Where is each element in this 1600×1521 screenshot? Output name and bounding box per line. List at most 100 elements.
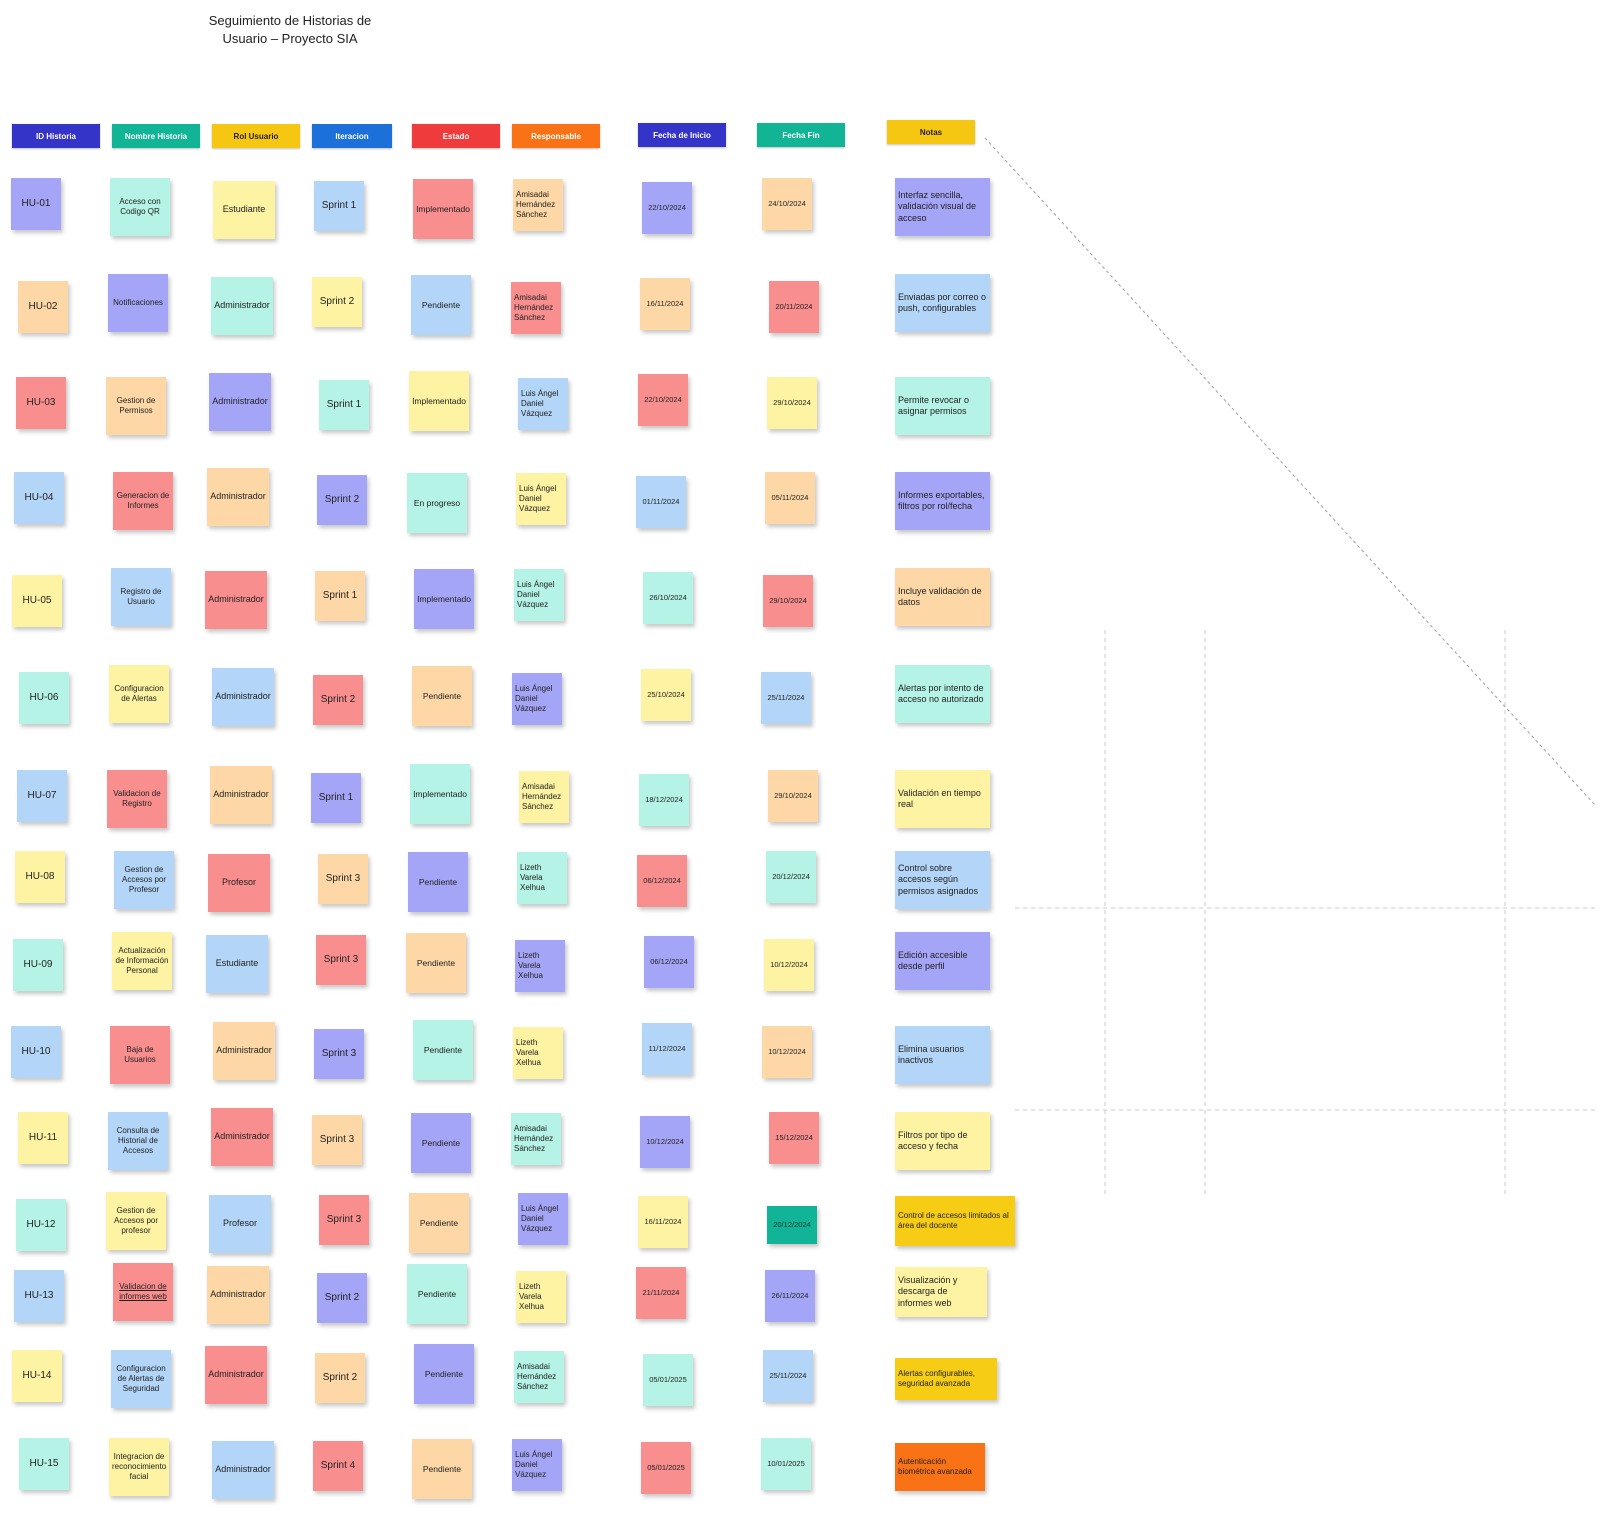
sticky-note-id[interactable]: HU-01 — [11, 178, 61, 230]
sticky-note-id[interactable]: HU-07 — [17, 770, 67, 822]
sticky-note-status[interactable]: Pendiente — [412, 1439, 472, 1499]
sticky-note-name[interactable]: Validacion de informes web — [113, 1263, 173, 1321]
sticky-note-notes[interactable]: Permite revocar o asignar permisos — [895, 377, 990, 435]
sticky-note-status[interactable]: Implementado — [414, 569, 474, 629]
sticky-note-end-date[interactable]: 25/11/2024 — [763, 1350, 813, 1402]
sticky-note-owner[interactable]: Amisadai Hernández Sánchez — [513, 179, 563, 231]
sticky-note-status[interactable]: Implementado — [413, 179, 473, 239]
sticky-note-end-date[interactable]: 10/12/2024 — [764, 939, 814, 991]
sticky-note-name[interactable]: Actualización de Información Personal — [112, 932, 172, 990]
sticky-note-owner[interactable]: Lizeth Varela Xelhua — [513, 1027, 563, 1079]
sticky-note-name[interactable]: Registro de Usuario — [111, 568, 171, 626]
sticky-note-role[interactable]: Administrador — [213, 1022, 275, 1080]
sticky-note-status[interactable]: Pendiente — [406, 933, 466, 993]
sticky-note-end-date[interactable]: 10/01/2025 — [761, 1438, 811, 1490]
sticky-note-owner[interactable]: Lizeth Varela Xelhua — [515, 940, 565, 992]
sticky-note-end-date[interactable]: 24/10/2024 — [762, 178, 812, 230]
sticky-note-start-date[interactable]: 22/10/2024 — [642, 182, 692, 234]
sticky-note-name[interactable]: Validacion de Registro — [107, 770, 167, 828]
sticky-note-name[interactable]: Integracion de reconocimiento facial — [109, 1438, 169, 1496]
sticky-note-name[interactable]: Configuracion de Alertas — [109, 665, 169, 723]
sticky-note-role[interactable]: Administrador — [211, 1108, 273, 1166]
sticky-note-start-date[interactable]: 21/11/2024 — [636, 1267, 686, 1319]
sticky-note-status[interactable]: Pendiente — [408, 852, 468, 912]
sticky-note-start-date[interactable]: 06/12/2024 — [644, 936, 694, 988]
sticky-note-start-date[interactable]: 10/12/2024 — [640, 1116, 690, 1168]
sticky-note-iteration[interactable]: Sprint 4 — [313, 1441, 363, 1491]
sticky-note-role[interactable]: Administrador — [209, 373, 271, 431]
sticky-note-end-date[interactable]: 29/10/2024 — [763, 575, 813, 627]
sticky-note-start-date[interactable]: 05/01/2025 — [641, 1442, 691, 1494]
sticky-note-iteration[interactable]: Sprint 1 — [319, 380, 369, 430]
sticky-note-iteration[interactable]: Sprint 3 — [316, 935, 366, 985]
sticky-note-notes[interactable]: Control sobre accesos según permisos asi… — [895, 851, 990, 909]
sticky-note-notes[interactable]: Edición accesible desde perfil — [895, 932, 990, 990]
sticky-note-notes[interactable]: Interfaz sencilla, validación visual de … — [895, 178, 990, 236]
sticky-note-role[interactable]: Administrador — [205, 1346, 267, 1404]
sticky-note-status[interactable]: Pendiente — [411, 1113, 471, 1173]
sticky-note-role[interactable]: Administrador — [211, 277, 273, 335]
sticky-note-iteration[interactable]: Sprint 3 — [319, 1195, 369, 1245]
sticky-note-role[interactable]: Profesor — [209, 1195, 271, 1253]
sticky-note-notes[interactable]: Elimina usuarios inactivos — [895, 1026, 990, 1084]
sticky-note-start-date[interactable]: 05/01/2025 — [643, 1354, 693, 1406]
sticky-note-name[interactable]: Consulta de Historial de Accesos — [108, 1112, 168, 1170]
sticky-note-iteration[interactable]: Sprint 1 — [315, 571, 365, 621]
sticky-note-end-date[interactable]: 20/12/2024 — [766, 851, 816, 903]
sticky-note-iteration[interactable]: Sprint 2 — [312, 277, 362, 327]
sticky-note-end-date[interactable]: 20/12/2024 — [767, 1206, 817, 1244]
sticky-note-end-date[interactable]: 20/11/2024 — [769, 281, 819, 333]
sticky-note-start-date[interactable]: 16/11/2024 — [640, 278, 690, 330]
sticky-note-id[interactable]: HU-09 — [13, 939, 63, 991]
sticky-note-id[interactable]: HU-13 — [14, 1270, 64, 1322]
sticky-note-owner[interactable]: Luis Ángel Daniel Vázquez — [512, 1439, 562, 1491]
sticky-note-notes[interactable]: Enviadas por correo o push, configurable… — [895, 274, 990, 332]
sticky-note-notes[interactable]: Filtros por tipo de acceso y fecha — [895, 1112, 990, 1170]
sticky-note-status[interactable]: En progreso — [407, 473, 467, 533]
sticky-note-owner[interactable]: Luis Ángel Daniel Vázquez — [518, 378, 568, 430]
sticky-note-iteration[interactable]: Sprint 3 — [314, 1029, 364, 1079]
sticky-note-notes[interactable]: Alertas por intento de acceso no autoriz… — [895, 665, 990, 723]
sticky-note-iteration[interactable]: Sprint 3 — [318, 854, 368, 904]
sticky-note-notes[interactable]: Informes exportables, filtros por rol/fe… — [895, 472, 990, 530]
sticky-note-status[interactable]: Pendiente — [414, 1344, 474, 1404]
sticky-note-notes[interactable]: Alertas configurables, seguridad avanzad… — [895, 1358, 997, 1400]
sticky-note-iteration[interactable]: Sprint 2 — [317, 475, 367, 525]
sticky-note-start-date[interactable]: 18/12/2024 — [639, 774, 689, 826]
sticky-note-id[interactable]: HU-06 — [19, 672, 69, 724]
sticky-note-id[interactable]: HU-12 — [16, 1199, 66, 1251]
sticky-note-notes[interactable]: Control de accesos limitados al área del… — [895, 1196, 1015, 1246]
sticky-note-name[interactable]: Notificaciones — [108, 274, 168, 332]
sticky-note-id[interactable]: HU-08 — [15, 851, 65, 903]
sticky-note-start-date[interactable]: 22/10/2024 — [638, 374, 688, 426]
sticky-note-owner[interactable]: Luis Ángel Daniel Vázquez — [512, 673, 562, 725]
sticky-note-start-date[interactable]: 11/12/2024 — [642, 1023, 692, 1075]
sticky-note-status[interactable]: Pendiente — [409, 1193, 469, 1253]
sticky-note-owner[interactable]: Amisadai Hernández Sánchez — [511, 282, 561, 334]
sticky-note-role[interactable]: Administrador — [212, 1441, 274, 1499]
sticky-note-start-date[interactable]: 26/10/2024 — [643, 572, 693, 624]
sticky-note-role[interactable]: Administrador — [210, 766, 272, 824]
sticky-note-role[interactable]: Administrador — [212, 668, 274, 726]
sticky-note-role[interactable]: Estudiante — [206, 935, 268, 993]
sticky-note-owner[interactable]: Amisadai Hernández Sánchez — [514, 1351, 564, 1403]
sticky-note-owner[interactable]: Lizeth Varela Xelhua — [517, 852, 567, 904]
sticky-note-id[interactable]: HU-11 — [18, 1112, 68, 1164]
sticky-note-role[interactable]: Administrador — [207, 1266, 269, 1324]
sticky-note-end-date[interactable]: 15/12/2024 — [769, 1112, 819, 1164]
sticky-note-role[interactable]: Administrador — [207, 468, 269, 526]
sticky-note-owner[interactable]: Luis Ángel Daniel Vázquez — [518, 1193, 568, 1245]
sticky-note-role[interactable]: Estudiante — [213, 181, 275, 239]
sticky-note-owner[interactable]: Luis Ángel Daniel Vázquez — [516, 473, 566, 525]
sticky-note-status[interactable]: Pendiente — [412, 666, 472, 726]
sticky-note-status[interactable]: Pendiente — [413, 1020, 473, 1080]
sticky-note-end-date[interactable]: 29/10/2024 — [767, 377, 817, 429]
sticky-note-id[interactable]: HU-14 — [12, 1350, 62, 1402]
sticky-note-id[interactable]: HU-05 — [12, 575, 62, 627]
sticky-note-owner[interactable]: Lizeth Varela Xelhua — [516, 1271, 566, 1323]
sticky-note-notes[interactable]: Validación en tiempo real — [895, 770, 990, 828]
sticky-note-owner[interactable]: Amisadai Hernández Sánchez — [519, 771, 569, 823]
sticky-note-id[interactable]: HU-15 — [19, 1438, 69, 1490]
sticky-note-id[interactable]: HU-02 — [18, 281, 68, 333]
sticky-note-start-date[interactable]: 16/11/2024 — [638, 1196, 688, 1248]
